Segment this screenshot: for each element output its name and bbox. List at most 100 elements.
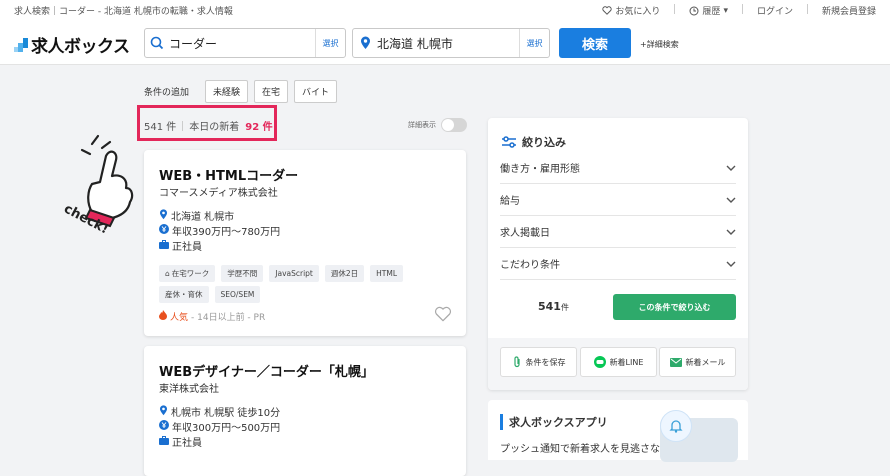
mail-alert-button[interactable]: 新着メール xyxy=(659,347,736,377)
job-tags: ⌂ 在宅ワーク 学歴不問 JavaScript 週休2日 HTML 産休・育休 S… xyxy=(159,265,449,303)
filter-label: こだわり条件 xyxy=(500,260,560,271)
job-employment: 正社員 xyxy=(159,434,202,449)
location-text: 札幌市 札幌駅 徒歩10分 xyxy=(171,408,281,419)
save-label: 条件を保存 xyxy=(525,357,566,367)
save-conditions-button[interactable]: 条件を保存 xyxy=(500,347,577,377)
login-link[interactable]: ログイン xyxy=(757,4,793,17)
chip-inexperienced[interactable]: 未経験 xyxy=(205,80,249,103)
filter-heading: 絞り込み xyxy=(502,134,566,150)
posted-meta: - 14日以上前 - PR xyxy=(191,313,266,323)
detail-toggle[interactable] xyxy=(441,118,467,132)
job-salary: 年収300万円〜500万円 xyxy=(159,419,280,434)
job-title[interactable]: WEB・HTMLコーダー xyxy=(159,165,298,184)
yen-icon xyxy=(159,420,169,433)
chip-remote[interactable]: 在宅 xyxy=(254,80,289,103)
line-icon xyxy=(593,356,606,368)
job-employment: 正社員 xyxy=(159,238,202,253)
job-tag: 学歴不問 xyxy=(221,265,264,282)
chevron-down-icon xyxy=(726,197,736,203)
filter-preferences[interactable]: こだわり条件 xyxy=(500,248,736,280)
favorites-link[interactable]: お気に入り xyxy=(602,4,660,17)
site-header: 求人ボックス コーダー 選択 北海道 札幌市 選択 検索 +詳細検索 xyxy=(0,20,890,65)
app-desc: プッシュ通知で新着求人を見逃さない！ xyxy=(500,444,680,455)
location-search-box: 北海道 札幌市 選択 xyxy=(352,28,550,58)
filter-total-number: 541 xyxy=(538,300,561,313)
register-link[interactable]: 新規会員登録 xyxy=(822,4,876,17)
history-menu[interactable]: 履歴 ▾ xyxy=(689,4,728,17)
home-icon: ⌂ xyxy=(165,269,170,278)
check-hand-illustration: check! xyxy=(62,134,134,236)
job-card[interactable]: WEBデザイナー／コーダー「札幌」 東洋株式会社 札幌市 札幌駅 徒歩10分 年… xyxy=(144,346,466,476)
flame-icon xyxy=(159,310,167,323)
chip-part-time[interactable]: バイト xyxy=(294,80,338,103)
heart-icon xyxy=(602,6,613,15)
briefcase-icon xyxy=(159,239,169,252)
keyword-select-button[interactable]: 選択 xyxy=(315,29,345,57)
result-count: 541 件 本日の新着 92 件 xyxy=(144,118,273,133)
divider xyxy=(806,4,808,14)
location-pin-icon xyxy=(159,208,168,223)
salary-text: 年収300万円〜500万円 xyxy=(172,423,281,434)
search-button[interactable]: 検索 xyxy=(559,28,631,58)
job-meta: 人気 - 14日以上前 - PR xyxy=(159,310,265,323)
divider xyxy=(182,120,184,131)
job-tag: JavaScript xyxy=(269,265,319,282)
detail-label: 詳細表示 xyxy=(408,121,436,129)
location-input[interactable]: 北海道 札幌市 xyxy=(377,35,519,52)
apply-filter-button[interactable]: この条件で絞り込む xyxy=(613,294,736,320)
paperclip-icon xyxy=(513,356,520,368)
filter-work-style[interactable]: 働き方・雇用形態 xyxy=(500,152,736,184)
chevron-down-icon xyxy=(726,165,736,171)
location-select-button[interactable]: 選択 xyxy=(519,29,549,57)
app-promo[interactable]: 求人ボックスアプリ プッシュ通知で新着求人を見逃さない！ xyxy=(488,400,748,462)
job-tag: 産休・育休 xyxy=(159,286,209,303)
line-alert-button[interactable]: 新着LINE xyxy=(580,347,657,377)
conditions-label: 条件の追加 xyxy=(144,88,190,98)
sliders-icon xyxy=(502,136,516,148)
keyword-input[interactable]: コーダー xyxy=(169,35,315,52)
filter-posted-date[interactable]: 求人掲載日 xyxy=(500,216,736,248)
job-title[interactable]: WEBデザイナー／コーダー「札幌」 xyxy=(159,361,374,380)
detail-toggle-group: 詳細表示 xyxy=(408,118,467,132)
briefcase-icon xyxy=(159,435,169,448)
advanced-search-link[interactable]: +詳細検索 xyxy=(640,39,679,50)
top-links: お気に入り 履歴 ▾ ログイン 新規会員登録 xyxy=(602,4,876,17)
app-title: 求人ボックスアプリ xyxy=(500,414,608,430)
mail-label: 新着メール xyxy=(685,357,726,367)
bell-icon xyxy=(660,410,692,442)
mail-icon xyxy=(669,357,682,367)
favorite-heart-icon[interactable] xyxy=(434,306,452,322)
location-text: 北海道 札幌市 xyxy=(171,212,235,223)
chevron-down-icon xyxy=(726,229,736,235)
job-location: 札幌市 札幌駅 徒歩10分 xyxy=(159,404,280,419)
today-label: 本日の新着 xyxy=(189,122,240,133)
job-tag: 週休2日 xyxy=(324,265,365,282)
caret-down-icon: ▾ xyxy=(723,5,728,16)
filter-salary[interactable]: 給与 xyxy=(500,184,736,216)
job-tag: SEO/SEM xyxy=(214,286,261,303)
total-count: 541 件 xyxy=(144,122,177,133)
keyword-search-box: コーダー 選択 xyxy=(144,28,346,58)
job-salary: 年収390万円〜780万円 xyxy=(159,223,280,238)
filter-label: 働き方・雇用形態 xyxy=(500,164,580,175)
logo-text: 求人ボックス xyxy=(31,37,130,57)
filter-label: 求人掲載日 xyxy=(500,228,550,239)
chevron-down-icon xyxy=(726,261,736,267)
company-name: 東洋株式会社 xyxy=(159,384,219,395)
job-location: 北海道 札幌市 xyxy=(159,208,234,223)
breadcrumb: 求人検索｜コーダー - 北海道 札幌市の転職・求人情報 xyxy=(14,7,233,17)
divider xyxy=(674,4,676,14)
company-name: コマースメディア株式会社 xyxy=(159,188,278,199)
history-label: 履歴 xyxy=(702,7,721,17)
logo[interactable]: 求人ボックス xyxy=(14,32,130,57)
job-tag: ⌂ 在宅ワーク xyxy=(159,265,216,282)
job-card[interactable]: WEB・HTMLコーダー コマースメディア株式会社 北海道 札幌市 年収390万… xyxy=(144,150,466,336)
filter-label: 給与 xyxy=(500,196,520,207)
logo-mark xyxy=(14,37,28,52)
top-bar: 求人検索｜コーダー - 北海道 札幌市の転職・求人情報 お気に入り 履歴 ▾ ロ… xyxy=(0,0,890,20)
employment-text: 正社員 xyxy=(172,242,202,253)
yen-icon xyxy=(159,224,169,237)
condition-chips: 条件の追加 未経験 在宅 バイト xyxy=(144,80,338,103)
filter-total: 541件 xyxy=(538,300,569,313)
popular-label: 人気 xyxy=(170,313,189,323)
